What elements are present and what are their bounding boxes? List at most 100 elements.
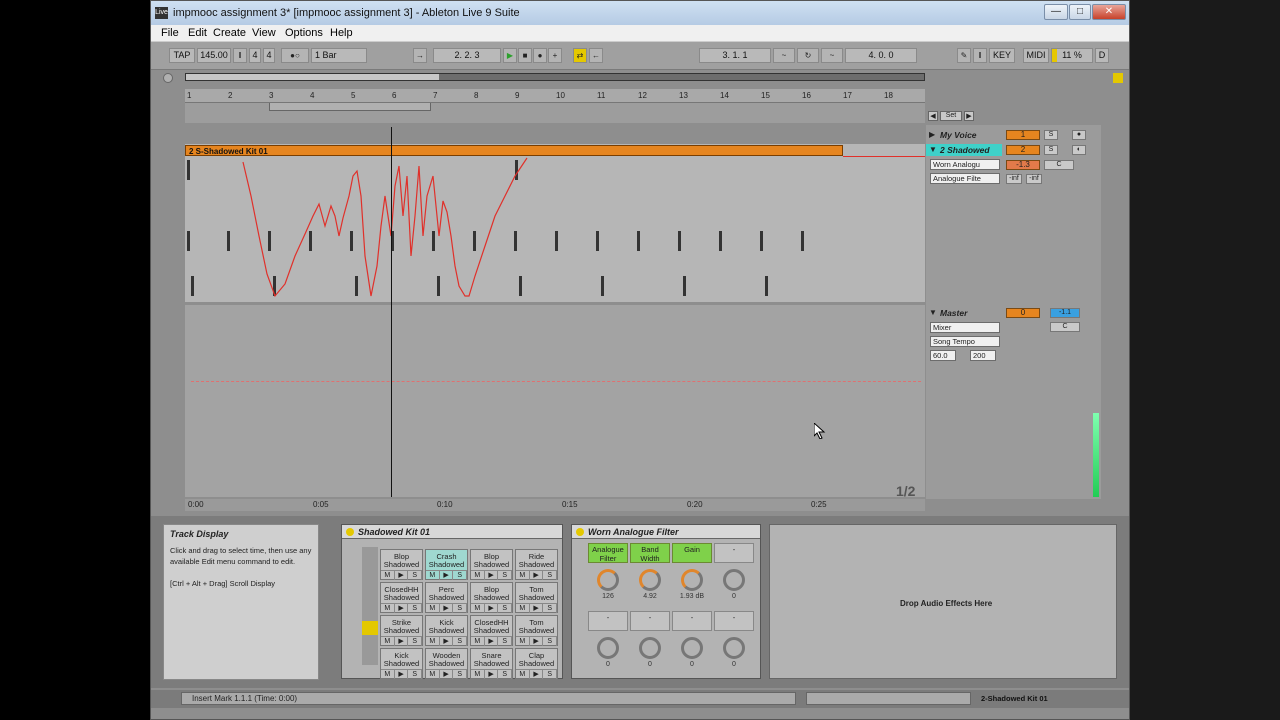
pad-mute-button[interactable]: M <box>426 604 440 613</box>
macro-knob[interactable]: -0 <box>714 543 754 600</box>
follow-arrow-icon[interactable]: → <box>413 48 427 63</box>
pad-mute-button[interactable]: M <box>381 604 395 613</box>
quantize-dropdown[interactable]: 1 Bar <box>311 48 367 63</box>
overview-icon[interactable] <box>1113 73 1123 83</box>
pad-play-icon[interactable]: ▶ <box>485 637 499 646</box>
pad-overview[interactable] <box>362 547 378 665</box>
tempo-field[interactable]: 145.00 <box>197 48 231 63</box>
master-activator[interactable]: 0 <box>1006 308 1040 318</box>
computer-midi-icon[interactable]: ‖ <box>973 48 987 63</box>
pad-solo-button[interactable]: S <box>543 571 558 580</box>
master-track-lane[interactable] <box>185 305 925 497</box>
drum-pad[interactable]: Strike Shadowed M ▶ S <box>380 615 423 646</box>
set-left-icon[interactable]: ◀ <box>928 111 938 121</box>
drum-pad[interactable]: Blop Shadowed M ▶ S <box>470 582 513 613</box>
automation-arm-icon[interactable]: ⇄ <box>573 48 587 63</box>
drum-pad[interactable]: ClosedHH Shadowed M ▶ S <box>380 582 423 613</box>
drum-pad[interactable]: ClosedHH Shadowed M ▶ S <box>470 615 513 646</box>
play-icon[interactable]: ▶ <box>503 48 517 63</box>
menu-view[interactable]: View <box>252 27 276 39</box>
pad-play-icon[interactable]: ▶ <box>395 604 409 613</box>
knob-icon[interactable] <box>597 637 619 659</box>
key-map-button[interactable]: KEY <box>989 48 1015 63</box>
drum-pad[interactable]: Clap Shadowed M ▶ S <box>515 648 558 679</box>
pad-solo-button[interactable]: S <box>498 571 513 580</box>
track-name-my-voice[interactable]: My Voice <box>926 129 1002 141</box>
solo-button[interactable]: S <box>1044 130 1058 140</box>
rack-power-icon[interactable] <box>576 528 584 536</box>
master-parameter-chooser[interactable]: Song Tempo <box>930 336 1000 347</box>
master-track-name[interactable]: Master <box>926 307 1002 319</box>
pad-play-icon[interactable]: ▶ <box>395 571 409 580</box>
drum-pad[interactable]: Tom Shadowed M ▶ S <box>515 582 558 613</box>
pad-mute-button[interactable]: M <box>471 670 485 679</box>
send-b[interactable]: -inf <box>1026 174 1042 184</box>
drum-pad[interactable]: Kick Shadowed M ▶ S <box>425 615 468 646</box>
filter-rack-title[interactable]: Worn Analogue Filter <box>572 525 760 539</box>
midi-map-button[interactable]: MIDI <box>1023 48 1049 63</box>
pad-play-icon[interactable]: ▶ <box>395 637 409 646</box>
drum-pad[interactable]: Blop Shadowed M ▶ S <box>470 549 513 580</box>
pad-mute-button[interactable]: M <box>516 670 530 679</box>
pad-play-icon[interactable]: ▶ <box>440 637 454 646</box>
master-pan[interactable]: C <box>1050 322 1080 332</box>
set-button[interactable]: Set <box>940 111 962 121</box>
menu-file[interactable]: File <box>161 27 179 39</box>
macro-knob[interactable]: -0 <box>630 611 670 668</box>
pad-solo-button[interactable]: S <box>408 670 423 679</box>
minimize-button[interactable]: — <box>1044 4 1068 20</box>
pad-play-icon[interactable]: ▶ <box>440 571 454 580</box>
signature-numerator[interactable]: 4 <box>249 48 261 63</box>
pad-solo-button[interactable]: S <box>543 637 558 646</box>
overview-selection[interactable] <box>186 74 439 80</box>
pad-solo-button[interactable]: S <box>453 571 468 580</box>
drum-rack-device[interactable]: Shadowed Kit 01 Blop Shadowed M ▶ S Crash Sh… <box>341 524 563 679</box>
monitor-icon[interactable]: ◐ <box>1072 145 1086 155</box>
signature-denominator[interactable]: 4 <box>263 48 275 63</box>
pad-play-icon[interactable]: ▶ <box>485 670 499 679</box>
device-power-icon[interactable] <box>346 528 354 536</box>
solo-button[interactable]: S <box>1044 145 1058 155</box>
knob-icon[interactable] <box>723 637 745 659</box>
knob-icon[interactable] <box>639 637 661 659</box>
drum-pad[interactable]: Wooden Shadowed M ▶ S <box>425 648 468 679</box>
track-collapse-icon[interactable]: ▼ <box>929 145 937 154</box>
drum-rack-title[interactable]: Shadowed Kit 01 <box>342 525 562 539</box>
drum-pad[interactable]: Perc Shadowed M ▶ S <box>425 582 468 613</box>
arm-button-icon[interactable]: ● <box>1072 130 1086 140</box>
pad-play-icon[interactable]: ▶ <box>530 571 544 580</box>
pad-play-icon[interactable]: ▶ <box>395 670 409 679</box>
selected-clip-name[interactable]: 2-Shadowed Kit 01 <box>981 692 1059 705</box>
drum-pad[interactable]: Crash Shadowed M ▶ S <box>425 549 468 580</box>
menu-options[interactable]: Options <box>285 27 323 39</box>
tempo-min[interactable]: 60.0 <box>930 350 956 361</box>
knob-icon[interactable] <box>639 569 661 591</box>
device-chooser[interactable]: Worn Analogu <box>930 159 1000 170</box>
pad-mute-button[interactable]: M <box>426 637 440 646</box>
pad-mute-button[interactable]: M <box>516 637 530 646</box>
macro-knob[interactable]: -0 <box>588 611 628 668</box>
pad-mute-button[interactable]: M <box>381 571 395 580</box>
track-pan[interactable]: C <box>1044 160 1074 170</box>
parameter-chooser[interactable]: Analogue Filte <box>930 173 1000 184</box>
pad-mute-button[interactable]: M <box>426 670 440 679</box>
pad-play-icon[interactable]: ▶ <box>440 670 454 679</box>
pad-solo-button[interactable]: S <box>498 604 513 613</box>
pad-solo-button[interactable]: S <box>543 604 558 613</box>
pad-mute-button[interactable]: M <box>426 571 440 580</box>
set-right-icon[interactable]: ▶ <box>964 111 974 121</box>
master-volume[interactable]: -1.1 <box>1050 308 1080 318</box>
drum-pad[interactable]: Ride Shadowed M ▶ S <box>515 549 558 580</box>
midi-clip[interactable]: 2 S-Shadowed Kit 01 <box>185 145 843 156</box>
pad-play-icon[interactable]: ▶ <box>530 604 544 613</box>
pad-solo-button[interactable]: S <box>453 670 468 679</box>
pad-play-icon[interactable]: ▶ <box>485 571 499 580</box>
back-to-arrangement-icon[interactable]: ← <box>589 48 603 63</box>
macro-knob[interactable]: -0 <box>672 611 712 668</box>
pad-solo-button[interactable]: S <box>543 670 558 679</box>
pad-overview-selection[interactable] <box>362 621 378 635</box>
pad-mute-button[interactable]: M <box>516 571 530 580</box>
loop-start[interactable]: 3. 1. 1 <box>699 48 771 63</box>
audio-effect-rack[interactable]: Worn Analogue Filter Analogue Filter 126 B… <box>571 524 761 679</box>
punch-in-icon[interactable]: ~ <box>773 48 795 63</box>
